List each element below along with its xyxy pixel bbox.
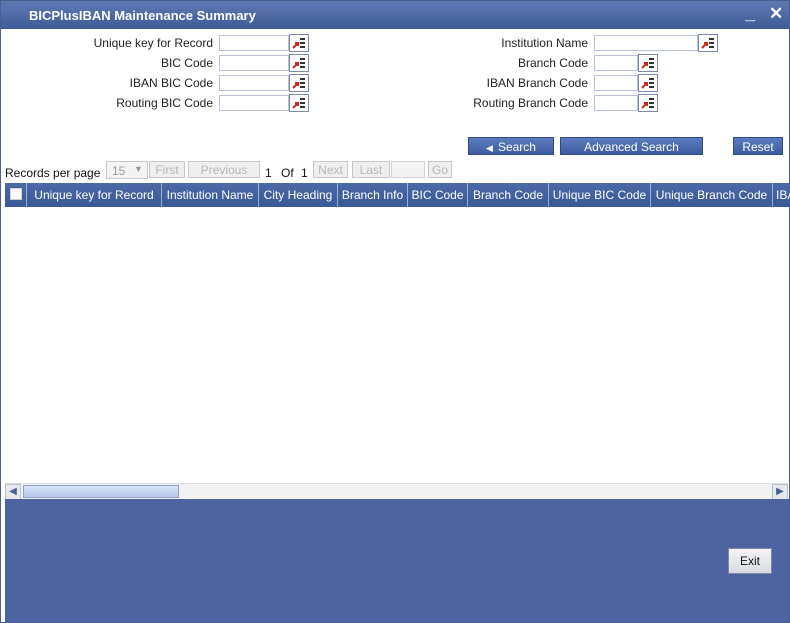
iban-branch-code-label: IBAN Branch Code xyxy=(486,76,588,90)
column-header-branch-code[interactable]: Branch Code xyxy=(468,183,549,207)
list-of-values-icon xyxy=(701,38,714,49)
search-button[interactable]: ◀ Search xyxy=(468,137,554,155)
go-button[interactable]: Go xyxy=(428,161,452,178)
iban-branch-code-lov-button[interactable] xyxy=(638,74,658,92)
select-all-cell xyxy=(5,183,27,207)
first-page-button[interactable]: First xyxy=(149,161,185,178)
window-title: BICPlusIBAN Maintenance Summary xyxy=(29,8,256,23)
column-header-unique-key[interactable]: Unique key for Record xyxy=(27,183,162,207)
advanced-search-button[interactable]: Advanced Search xyxy=(560,137,703,155)
reset-button[interactable]: Reset xyxy=(733,137,783,155)
exit-button[interactable]: Exit xyxy=(728,548,772,574)
title-bar: BICPlusIBAN Maintenance Summary _ ✕ xyxy=(1,1,789,29)
scrollbar-thumb[interactable] xyxy=(23,485,179,498)
list-of-values-icon xyxy=(292,78,305,89)
column-header-institution-name[interactable]: Institution Name xyxy=(162,183,259,207)
summary-window: BICPlusIBAN Maintenance Summary _ ✕ Uniq… xyxy=(0,0,790,623)
column-header-unique-bic-code[interactable]: Unique BIC Code xyxy=(549,183,651,207)
iban-bic-code-label: IBAN BIC Code xyxy=(129,76,213,90)
list-of-values-icon xyxy=(292,38,305,49)
previous-page-button[interactable]: Previous xyxy=(188,161,260,178)
institution-name-label: Institution Name xyxy=(501,36,588,50)
routing-bic-code-input[interactable] xyxy=(219,95,289,111)
goto-page-input[interactable] xyxy=(391,161,425,178)
scroll-right-arrow-icon[interactable]: ▶ xyxy=(772,484,788,500)
column-header-city-heading[interactable]: City Heading xyxy=(259,183,338,207)
institution-name-input[interactable] xyxy=(594,35,698,51)
column-header-branch-info[interactable]: Branch Info xyxy=(338,183,408,207)
bic-code-label: BIC Code xyxy=(160,56,213,70)
list-of-values-icon xyxy=(641,58,654,69)
last-page-button[interactable]: Last xyxy=(352,161,390,178)
iban-branch-code-input[interactable] xyxy=(594,75,638,91)
unique-key-lov-button[interactable] xyxy=(289,34,309,52)
column-header-bic-code[interactable]: BIC Code xyxy=(408,183,468,207)
column-header-iban[interactable]: IBA xyxy=(773,183,790,207)
iban-bic-code-input[interactable] xyxy=(219,75,289,91)
routing-branch-code-lov-button[interactable] xyxy=(638,94,658,112)
routing-branch-code-label: Routing Branch Code xyxy=(473,96,588,110)
next-page-button[interactable]: Next xyxy=(313,161,348,178)
results-grid-body xyxy=(5,207,788,483)
arrow-left-icon: ◀ xyxy=(486,143,493,153)
branch-code-lov-button[interactable] xyxy=(638,54,658,72)
results-grid-header: Unique key for Record Institution Name C… xyxy=(5,183,790,207)
bic-code-lov-button[interactable] xyxy=(289,54,309,72)
horizontal-scrollbar[interactable]: ◀ ▶ xyxy=(5,483,788,500)
institution-name-lov-button[interactable] xyxy=(698,34,718,52)
routing-branch-code-input[interactable] xyxy=(594,95,638,111)
column-header-unique-branch-code[interactable]: Unique Branch Code xyxy=(651,183,773,207)
iban-bic-code-lov-button[interactable] xyxy=(289,74,309,92)
branch-code-label: Branch Code xyxy=(517,56,588,70)
records-per-page-value: 15 xyxy=(112,164,126,178)
footer-panel xyxy=(5,499,789,622)
minimize-button[interactable]: _ xyxy=(745,3,755,24)
unique-key-input[interactable] xyxy=(219,35,289,51)
select-all-checkbox[interactable] xyxy=(10,188,22,200)
list-of-values-icon xyxy=(641,78,654,89)
branch-code-input[interactable] xyxy=(594,55,638,71)
search-button-label: Search xyxy=(497,140,536,154)
records-per-page-select[interactable]: 15 ▼ xyxy=(106,161,148,179)
close-button[interactable]: ✕ xyxy=(769,4,783,24)
routing-bic-code-lov-button[interactable] xyxy=(289,94,309,112)
unique-key-label: Unique key for Record xyxy=(93,36,213,50)
scroll-left-arrow-icon[interactable]: ◀ xyxy=(5,484,21,500)
list-of-values-icon xyxy=(292,58,305,69)
bic-code-input[interactable] xyxy=(219,55,289,71)
list-of-values-icon xyxy=(641,98,654,109)
list-of-values-icon xyxy=(292,98,305,109)
chevron-down-icon: ▼ xyxy=(134,164,143,174)
routing-bic-code-label: Routing BIC Code xyxy=(116,96,213,110)
